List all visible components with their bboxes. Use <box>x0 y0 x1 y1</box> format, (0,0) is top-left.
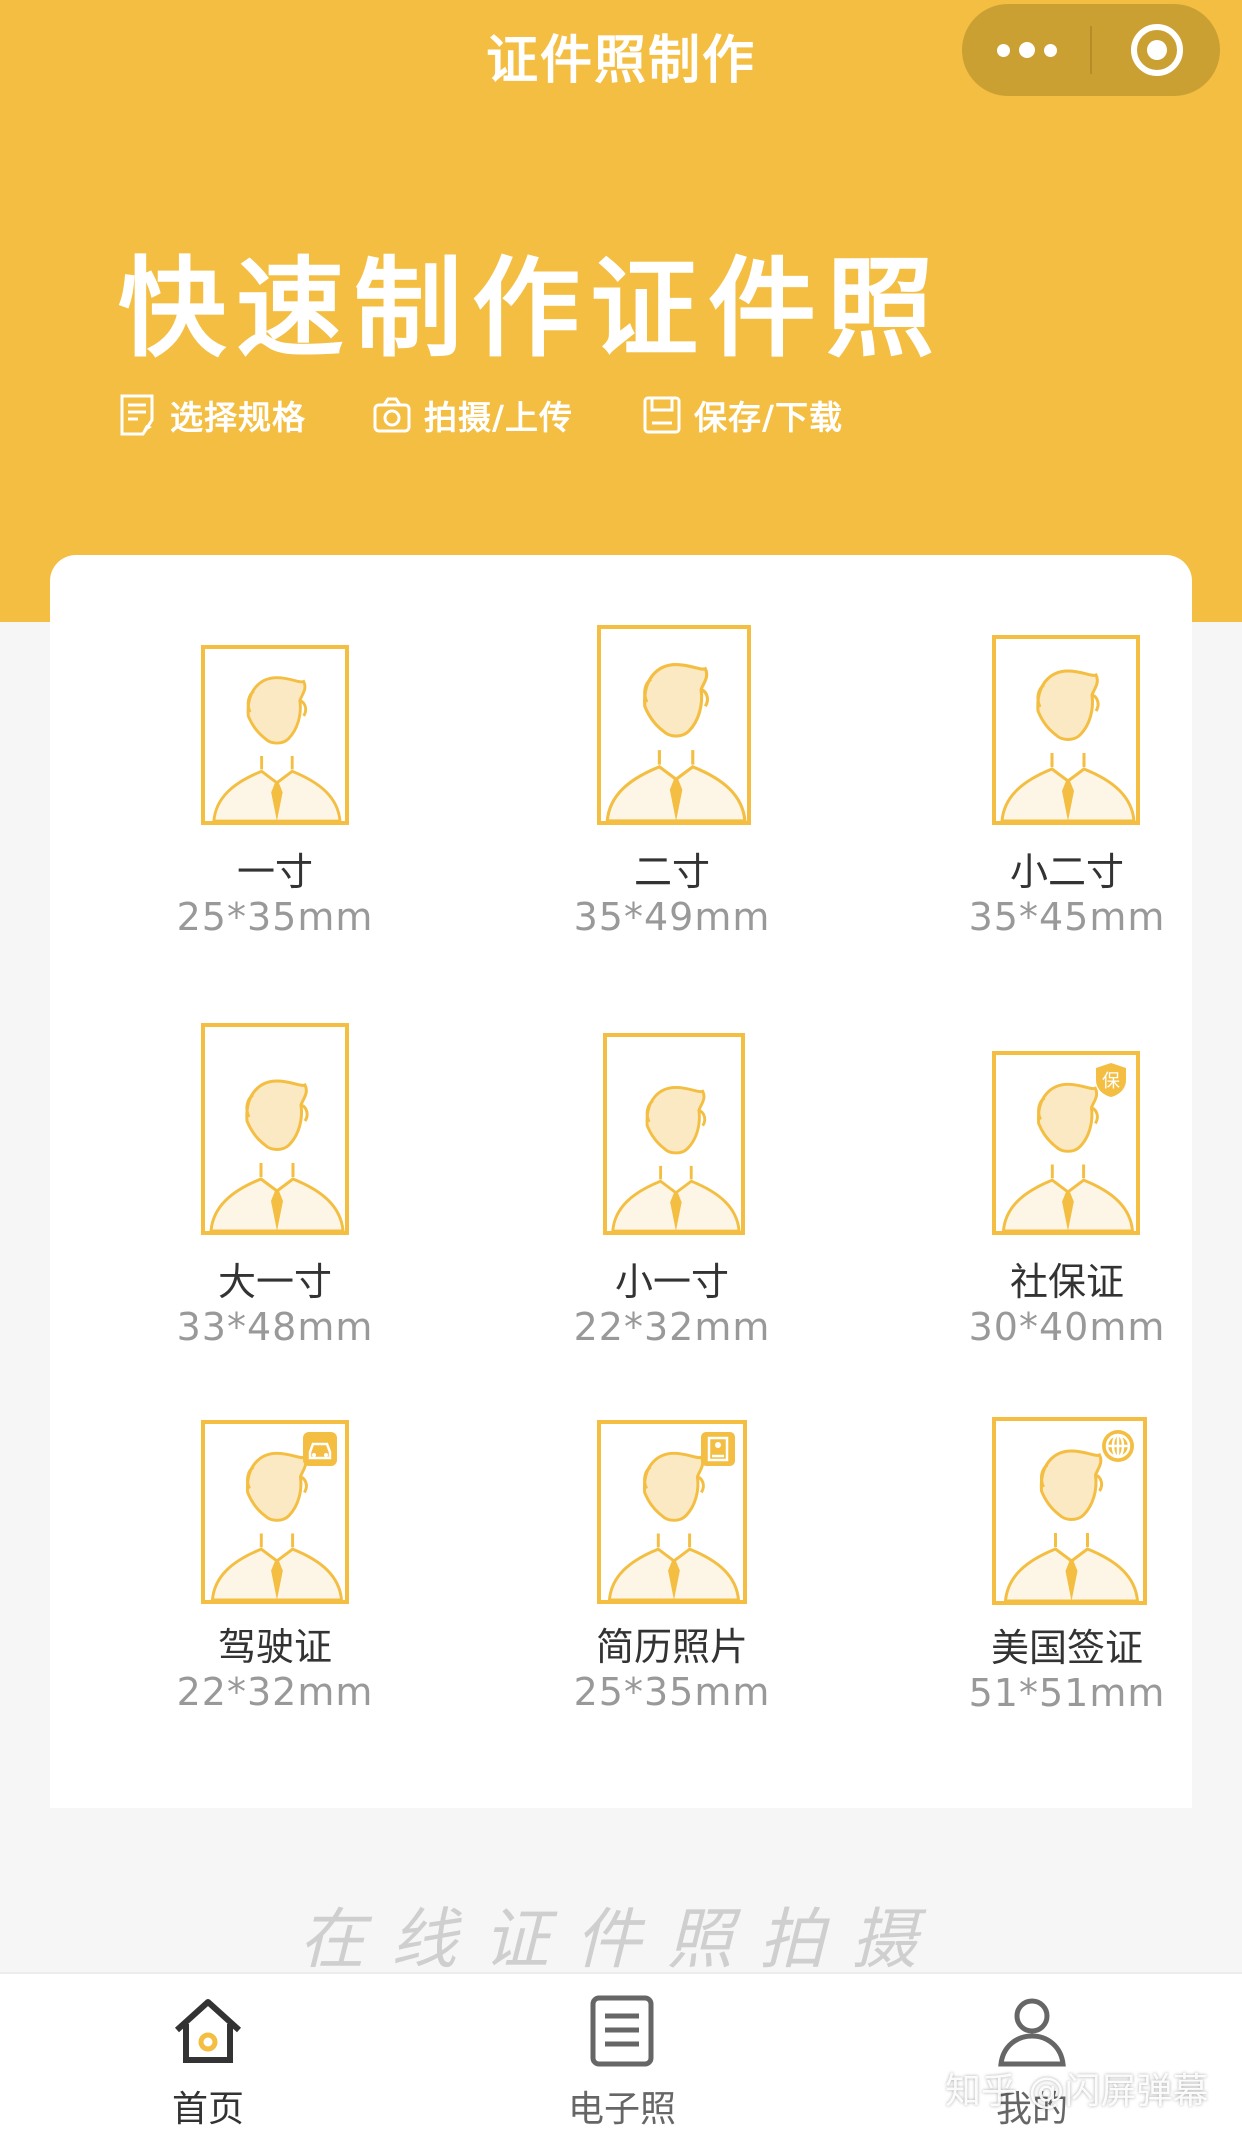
spec-item-social-security[interactable]: 保 社保证 30*40mm <box>907 1051 1227 1373</box>
badge-text: 保 <box>1102 1071 1120 1092</box>
spec-name: 美国签证 <box>990 1626 1143 1670</box>
spec-item-driver-license[interactable]: 驾驶证 22*32mm <box>115 1420 435 1750</box>
spec-name: 小一寸 <box>614 1260 729 1304</box>
document-icon <box>590 1995 654 2067</box>
spec-item-us-visa[interactable]: 美国签证 51*51mm <box>907 1417 1227 1750</box>
close-target-icon[interactable] <box>1131 24 1183 76</box>
spec-item-1inch[interactable]: 一寸 25*35mm <box>115 645 435 975</box>
camera-icon <box>373 397 411 433</box>
person-silhouette-icon <box>209 1079 345 1231</box>
spec-size: 35*49mm <box>573 895 771 939</box>
portrait-frame <box>597 1420 747 1604</box>
slogan: 在线证件照拍摄 <box>299 1901 943 1978</box>
spec-size: 35*45mm <box>968 895 1166 939</box>
step-label: 保存/下载 <box>694 398 844 437</box>
process-steps: 选择规格 拍摄/上传 保存/下载 <box>0 385 1242 445</box>
spec-name: 简历照片 <box>595 1625 748 1669</box>
watermark: 知乎 @闪屏弹幕 <box>945 2071 1209 2112</box>
portrait-frame <box>992 635 1140 825</box>
more-dots-icon <box>996 43 1010 57</box>
globe-icon <box>1099 1427 1137 1465</box>
save-icon <box>643 396 681 434</box>
portrait-frame <box>597 625 751 825</box>
spec-size: 25*35mm <box>573 1670 771 1714</box>
tab-bar: 首页 电子照 我的 <box>0 1972 1242 2140</box>
spec-item-large-1inch[interactable]: 大一寸 33*48mm <box>115 1023 435 1373</box>
person-silhouette-icon <box>605 663 747 821</box>
spec-item-small-2inch[interactable]: 小二寸 35*45mm <box>907 635 1227 975</box>
portrait-frame <box>201 1420 349 1604</box>
portrait-frame: 保 <box>992 1051 1140 1235</box>
person-silhouette-icon <box>212 676 342 821</box>
person-silhouette-icon <box>611 1085 741 1231</box>
spec-name: 社保证 <box>1009 1260 1124 1304</box>
hero-headline: 快速制作证件照 <box>118 247 945 372</box>
portrait-frame <box>201 645 349 825</box>
spec-name: 驾驶证 <box>217 1625 332 1669</box>
resume-icon <box>699 1430 737 1468</box>
spec-name: 大一寸 <box>217 1260 332 1304</box>
tab-home[interactable]: 首页 <box>88 1992 328 2132</box>
user-icon <box>998 1998 1066 2067</box>
spec-name: 小二寸 <box>1009 850 1124 894</box>
spec-size: 22*32mm <box>176 1670 374 1714</box>
step-label: 拍摄/上传 <box>424 398 574 437</box>
spec-name: 二寸 <box>633 850 710 894</box>
step-capture-upload: 拍摄/上传 <box>372 385 573 445</box>
car-icon <box>301 1430 339 1468</box>
spec-size: 33*48mm <box>176 1305 374 1349</box>
spec-name: 一寸 <box>236 850 313 894</box>
tab-label: 电子照 <box>567 2089 676 2130</box>
tab-label: 首页 <box>171 2089 244 2130</box>
spec-size: 22*32mm <box>573 1305 771 1349</box>
spec-size: 25*35mm <box>176 895 374 939</box>
spec-item-small-1inch[interactable]: 小一寸 22*32mm <box>512 1033 832 1373</box>
capsule-divider <box>1090 26 1092 74</box>
spec-item-2inch[interactable]: 二寸 35*49mm <box>512 625 832 975</box>
portrait-frame <box>992 1417 1147 1605</box>
spec-grid-card: 一寸 25*35mm 二寸 35*49mm 小二寸 35*45mm 大一寸 33… <box>50 555 1192 1808</box>
more-button[interactable] <box>962 4 1091 96</box>
tab-e-photo[interactable]: 电子照 <box>502 1992 742 2132</box>
spec-size: 30*40mm <box>968 1305 1166 1349</box>
security-shield-icon: 保 <box>1092 1061 1130 1099</box>
person-silhouette-icon <box>1000 669 1136 821</box>
step-label: 选择规格 <box>170 398 306 437</box>
spec-item-resume[interactable]: 简历照片 25*35mm <box>512 1420 832 1750</box>
portrait-frame <box>603 1033 745 1235</box>
miniprogram-capsule <box>962 4 1220 96</box>
step-save-download: 保存/下载 <box>642 385 843 445</box>
spec-size: 51*51mm <box>968 1671 1166 1715</box>
home-icon <box>174 1999 242 2063</box>
checklist-icon <box>120 394 154 436</box>
step-select-spec: 选择规格 <box>118 385 306 445</box>
portrait-frame <box>201 1023 349 1235</box>
